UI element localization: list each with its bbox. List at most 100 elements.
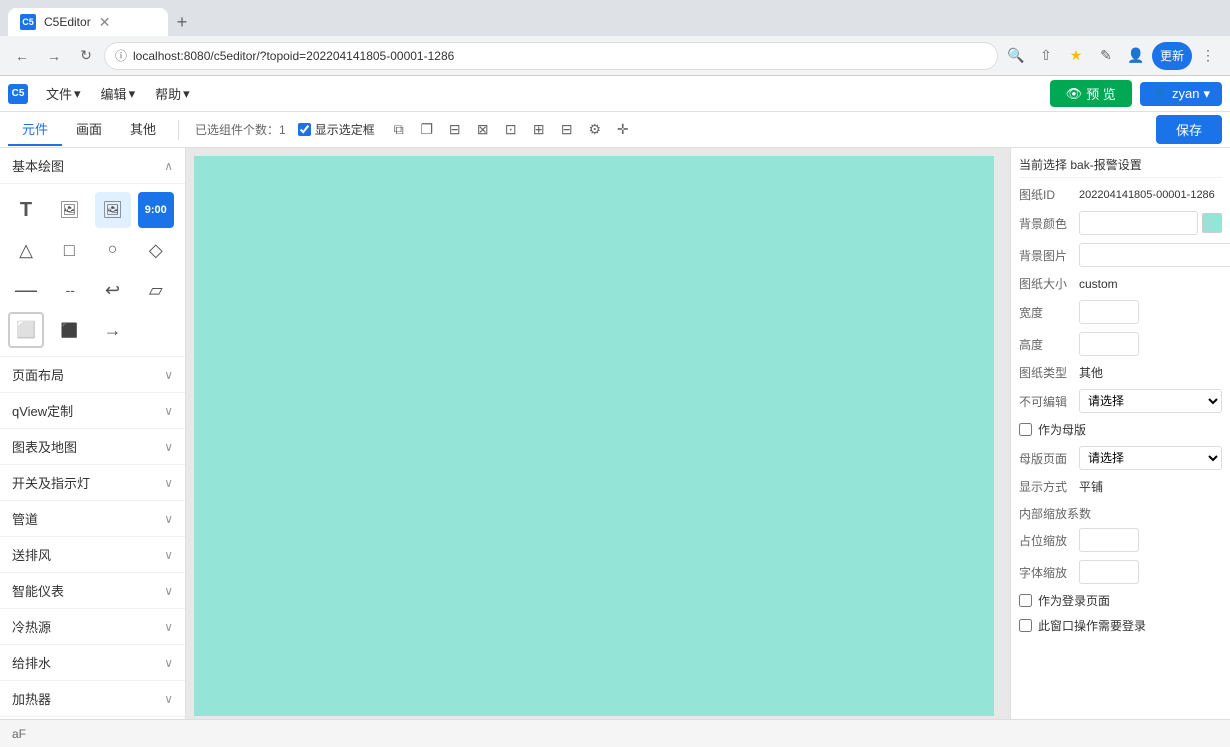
drawing-triangle[interactable]: △ [8, 232, 44, 268]
align-right-icon[interactable]: ⊠ [471, 118, 495, 142]
extension-button[interactable]: ✎ [1092, 42, 1120, 70]
drawing-dashed[interactable]: - - [51, 272, 87, 308]
menu-button[interactable]: ⋮ [1194, 42, 1222, 70]
category-arrow-9: ∨ [164, 656, 173, 670]
show-selection-checkbox[interactable] [298, 123, 311, 136]
copy-icon[interactable]: ⧉ [387, 118, 411, 142]
category-cooling[interactable]: 冷热源 ∨ [0, 609, 185, 645]
align-bottom-icon[interactable]: ⊞ [527, 118, 551, 142]
back-button[interactable]: ← [8, 42, 36, 70]
edit-menu-arrow: ▾ [129, 86, 136, 102]
category-water[interactable]: 给排水 ∨ [0, 645, 185, 681]
category-page-layout[interactable]: 页面布局 ∨ [0, 357, 185, 393]
non-edit-select[interactable]: 请选择 [1079, 389, 1222, 413]
category-qview[interactable]: qView定制 ∨ [0, 393, 185, 429]
drawing-clock[interactable]: 9:00 [138, 192, 174, 228]
move-icon[interactable]: ✛ [611, 118, 635, 142]
drawing-container[interactable]: ⬜ [8, 312, 44, 348]
bg-color-input[interactable]: rgba(148, 228, 216, 1 [1079, 211, 1198, 235]
current-select-title: 当前选择 bak-报警设置 [1019, 156, 1222, 178]
paste-icon[interactable]: ❐ [415, 118, 439, 142]
search-button[interactable]: 🔍 [1002, 42, 1030, 70]
category-switches[interactable]: 开关及指示灯 ∨ [0, 465, 185, 501]
category-ventilation[interactable]: 送排风 ∨ [0, 537, 185, 573]
help-menu[interactable]: 帮助 ▾ [145, 80, 200, 107]
profile-button[interactable]: 👤 [1122, 42, 1150, 70]
bg-color-swatch[interactable] [1202, 213, 1222, 233]
tab-other[interactable]: 其他 [116, 113, 170, 146]
category-heater[interactable]: 加热器 ∨ [0, 681, 185, 717]
tab-component[interactable]: 元件 [8, 113, 62, 146]
login-required-checkbox[interactable] [1019, 619, 1032, 632]
drawing-diamond[interactable]: ◇ [138, 232, 174, 268]
font-scale-input[interactable]: 1 [1079, 560, 1139, 584]
master-page-select-row: 母版页面 请选择 [1019, 446, 1222, 470]
login-page-label: 作为登录页面 [1038, 592, 1110, 609]
diagram-id-label: 图纸ID [1019, 186, 1079, 203]
bg-image-input[interactable] [1079, 243, 1230, 267]
tab-bar: C5 C5Editor ✕ + [0, 0, 1230, 36]
drawing-arrow-left[interactable]: ↩ [95, 272, 131, 308]
category-basic-drawing[interactable]: 基本绘图 ∧ [0, 148, 185, 184]
width-label: 宽度 [1019, 304, 1079, 321]
preview-button[interactable]: 👁 预 览 [1050, 80, 1132, 107]
category-instruments[interactable]: 智能仪表 ∨ [0, 573, 185, 609]
display-mode-label: 显示方式 [1019, 478, 1079, 495]
show-selection-text: 显示选定框 [315, 121, 375, 138]
user-button[interactable]: 👤 zyan ▾ [1140, 82, 1222, 106]
category-pipes[interactable]: 管道 ∨ [0, 501, 185, 537]
drawing-image[interactable]: 🖼 [51, 192, 87, 228]
address-bar[interactable]: ⓘ localhost:8080/c5editor/?topoid=202204… [104, 42, 998, 70]
canvas[interactable] [194, 156, 994, 716]
drawing-arrow-right[interactable]: → [95, 312, 131, 348]
category-charts[interactable]: 图表及地图 ∨ [0, 429, 185, 465]
align-left-icon[interactable]: ⊟ [443, 118, 467, 142]
browser-controls: ← → ↻ ⓘ localhost:8080/c5editor/?topoid=… [0, 36, 1230, 76]
right-panel: 当前选择 bak-报警设置 图纸ID 202204141805-00001-12… [1010, 148, 1230, 719]
tab-close-button[interactable]: ✕ [99, 14, 111, 31]
drawing-image2[interactable]: 🖼 [95, 192, 131, 228]
bookmark-button[interactable]: ★ [1062, 42, 1090, 70]
help-menu-arrow: ▾ [183, 86, 190, 102]
master-page-select[interactable]: 请选择 [1079, 446, 1222, 470]
new-tab-button[interactable]: + [168, 8, 196, 36]
drawing-line[interactable]: — [8, 272, 44, 308]
category-arrow-6: ∨ [164, 548, 173, 562]
status-bar: aF [0, 719, 1230, 747]
height-input[interactable]: 600 [1079, 332, 1139, 356]
drawing-parallelogram[interactable]: ▱ [138, 272, 174, 308]
paper-type-row: 图纸类型 其他 [1019, 364, 1222, 381]
share-button[interactable]: ⇧ [1032, 42, 1060, 70]
login-page-checkbox[interactable] [1019, 594, 1032, 607]
width-input[interactable]: 1024 [1079, 300, 1139, 324]
drawing-cube[interactable]: ⬛ [51, 312, 87, 348]
bg-image-row: 背景图片 [1019, 243, 1222, 267]
drawing-text[interactable]: T [8, 192, 44, 228]
drawing-ellipse[interactable]: ○ [95, 232, 131, 268]
distribute-icon[interactable]: ⊟ [555, 118, 579, 142]
align-top-icon[interactable]: ⊡ [499, 118, 523, 142]
file-menu[interactable]: 文件 ▾ [36, 80, 91, 107]
save-button[interactable]: 保存 [1156, 115, 1222, 144]
drawing-rectangle[interactable]: □ [51, 232, 87, 268]
width-row: 宽度 1024 [1019, 300, 1222, 324]
master-checkbox[interactable] [1019, 423, 1032, 436]
category-arrow-7: ∨ [164, 584, 173, 598]
login-page-row: 作为登录页面 [1019, 592, 1222, 609]
edit-menu[interactable]: 编辑 ▾ [91, 80, 146, 107]
bg-image-label: 背景图片 [1019, 247, 1079, 264]
tab-canvas[interactable]: 画面 [62, 113, 116, 146]
category-arrow-2: ∨ [164, 404, 173, 418]
app-menu-bar: C5 文件 ▾ 编辑 ▾ 帮助 ▾ 👁 预 览 👤 zyan ▾ [0, 76, 1230, 112]
category-arrow-4: ∨ [164, 476, 173, 490]
update-button[interactable]: 更新 [1152, 42, 1192, 70]
settings-icon[interactable]: ⚙ [583, 118, 607, 142]
canvas-area[interactable] [186, 148, 1010, 719]
forward-button[interactable]: → [40, 42, 68, 70]
position-scale-input[interactable]: 1 [1079, 528, 1139, 552]
paper-size-row: 图纸大小 custom [1019, 275, 1222, 292]
font-scale-label: 字体缩放 [1019, 564, 1079, 581]
refresh-button[interactable]: ↻ [72, 42, 100, 70]
active-tab[interactable]: C5 C5Editor ✕ [8, 8, 168, 36]
show-selection-label[interactable]: 显示选定框 [298, 121, 375, 138]
